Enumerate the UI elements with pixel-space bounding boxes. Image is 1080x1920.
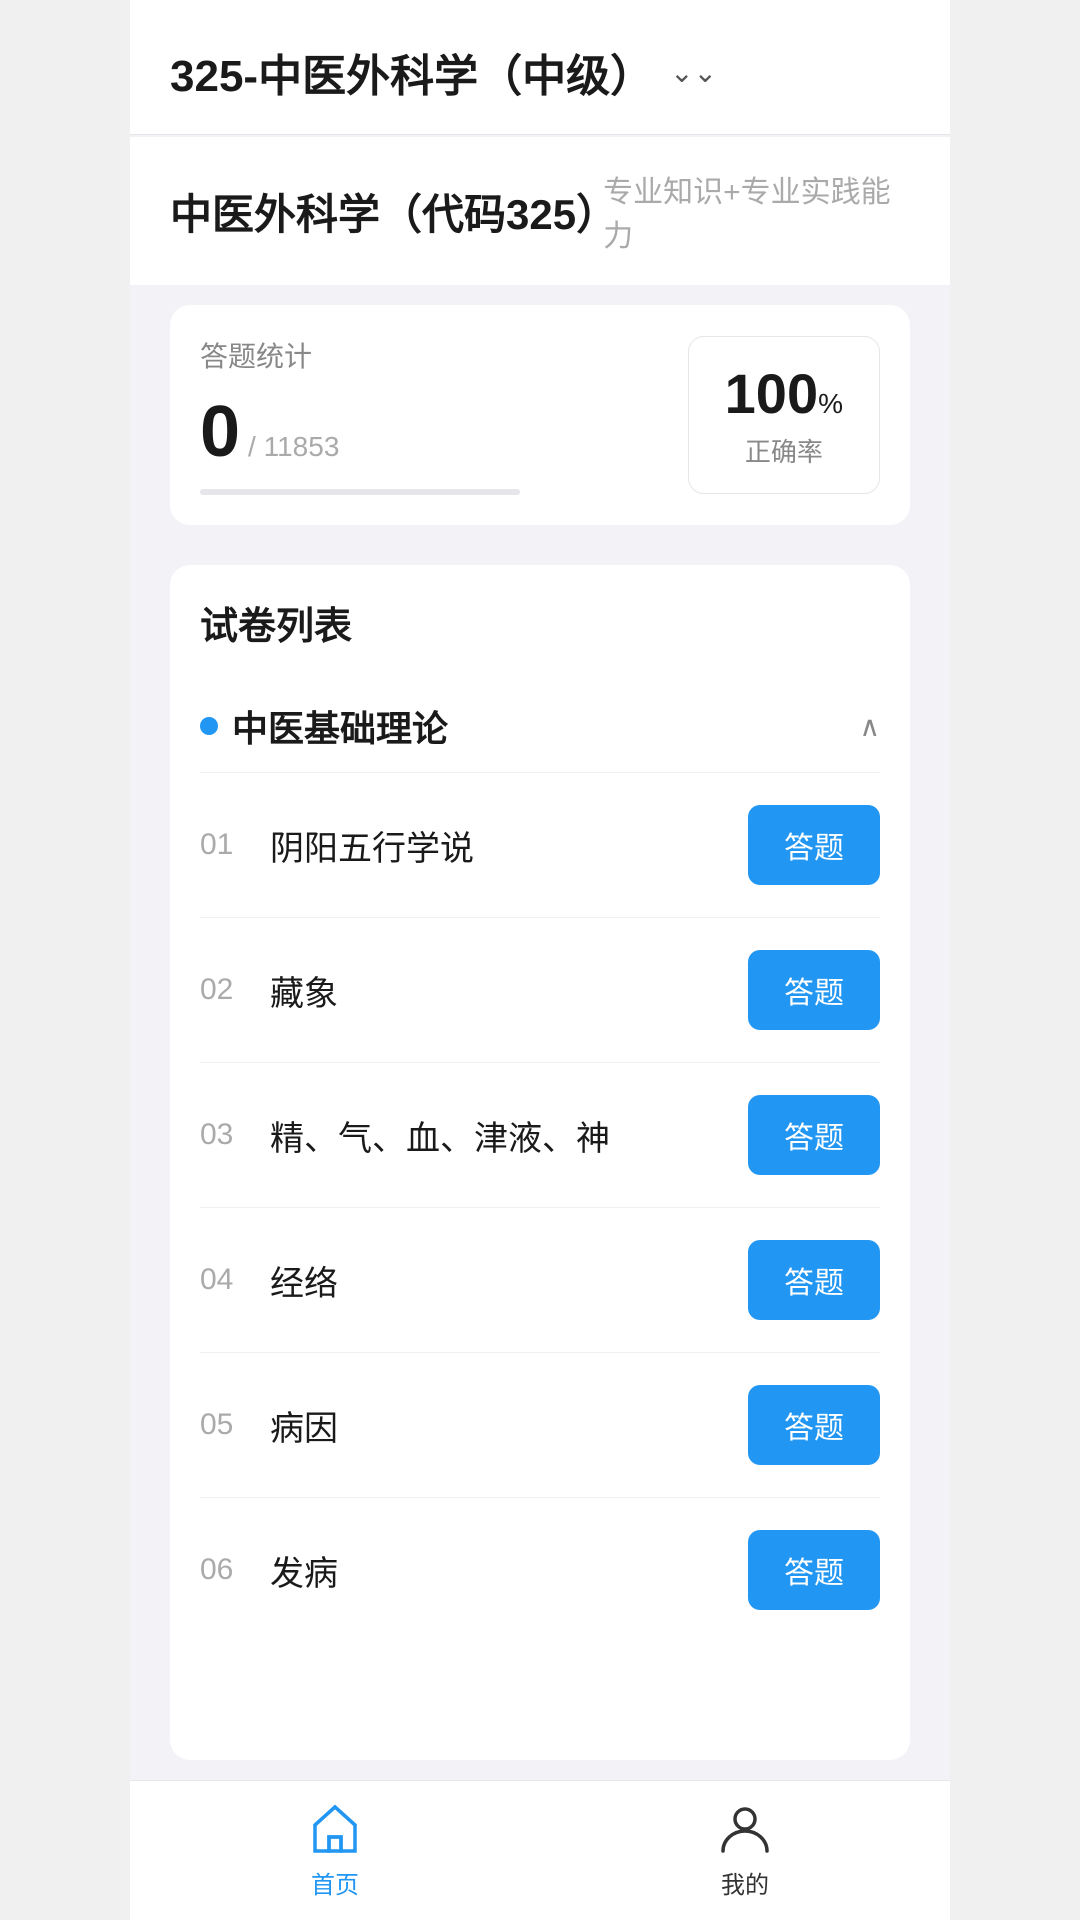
exam-name: 阴阳五行学说 bbox=[270, 821, 474, 870]
list-item: 06 发病 答题 bbox=[200, 1498, 880, 1642]
accuracy-number-row: 100% bbox=[725, 361, 843, 426]
category-header[interactable]: 中医基础理论 ∧ bbox=[200, 680, 880, 773]
accuracy-number: 100 bbox=[725, 362, 818, 425]
stats-accuracy-box: 100% 正确率 bbox=[688, 336, 880, 494]
exam-item-left: 02 藏象 bbox=[200, 966, 338, 1015]
list-item: 05 病因 答题 bbox=[200, 1353, 880, 1498]
list-item: 04 经络 答题 bbox=[200, 1208, 880, 1353]
accuracy-label: 正确率 bbox=[725, 432, 843, 469]
category-dot bbox=[200, 717, 218, 735]
exam-number: 02 bbox=[200, 973, 250, 1007]
phone-container: 325-中医外科学（中级） ⌄⌄ 中医外科学（代码325） 专业知识+专业实践能… bbox=[130, 0, 950, 1920]
stats-left: 答题统计 0 / 11853 bbox=[200, 335, 688, 495]
home-label: 首页 bbox=[311, 1865, 359, 1900]
exam-list-section: 试卷列表 中医基础理论 ∧ 01 阴阳五行学说 答题 02 藏象 答题 bbox=[170, 565, 910, 1760]
section-title: 试卷列表 bbox=[200, 595, 880, 650]
answer-button-06[interactable]: 答题 bbox=[748, 1530, 880, 1610]
exam-name: 病因 bbox=[270, 1401, 338, 1450]
answer-button-02[interactable]: 答题 bbox=[748, 950, 880, 1030]
subtitle-main: 中医外科学（代码325） bbox=[170, 181, 603, 242]
exam-number: 03 bbox=[200, 1118, 250, 1152]
subtitle-desc: 专业知识+专业实践能力 bbox=[603, 167, 910, 255]
list-item: 02 藏象 答题 bbox=[200, 918, 880, 1063]
stats-current: 0 bbox=[200, 391, 240, 473]
exam-name: 发病 bbox=[270, 1546, 338, 1595]
stats-total: / 11853 bbox=[248, 431, 339, 463]
exam-name: 藏象 bbox=[270, 966, 338, 1015]
chevron-up-icon[interactable]: ∧ bbox=[860, 710, 881, 743]
exam-name: 经络 bbox=[270, 1256, 338, 1305]
list-item: 03 精、气、血、津液、神 答题 bbox=[200, 1063, 880, 1208]
answer-button-04[interactable]: 答题 bbox=[748, 1240, 880, 1320]
exam-name: 精、气、血、津液、神 bbox=[270, 1111, 610, 1160]
exam-item-left: 04 经络 bbox=[200, 1256, 338, 1305]
answer-button-05[interactable]: 答题 bbox=[748, 1385, 880, 1465]
stats-progress-bar bbox=[200, 489, 520, 495]
exam-number: 06 bbox=[200, 1553, 250, 1587]
header-title-row: 325-中医外科学（中级） ⌄⌄ bbox=[170, 40, 910, 104]
chevron-down-icon[interactable]: ⌄⌄ bbox=[670, 56, 717, 89]
answer-button-01[interactable]: 答题 bbox=[748, 805, 880, 885]
stats-label: 答题统计 bbox=[200, 335, 688, 375]
category-left: 中医基础理论 bbox=[200, 700, 448, 752]
home-icon bbox=[307, 1801, 363, 1857]
exam-item-left: 05 病因 bbox=[200, 1401, 338, 1450]
exam-number: 05 bbox=[200, 1408, 250, 1442]
exam-number: 01 bbox=[200, 828, 250, 862]
category-name: 中医基础理论 bbox=[232, 700, 448, 752]
list-item: 01 阴阳五行学说 答题 bbox=[200, 773, 880, 918]
exam-number: 04 bbox=[200, 1263, 250, 1297]
accuracy-percent: % bbox=[818, 388, 843, 419]
user-icon bbox=[717, 1801, 773, 1857]
exam-item-left: 06 发病 bbox=[200, 1546, 338, 1595]
stats-card: 答题统计 0 / 11853 100% 正确率 bbox=[170, 305, 910, 525]
stats-numbers: 0 / 11853 bbox=[200, 391, 688, 473]
nav-item-profile[interactable]: 我的 bbox=[540, 1801, 950, 1900]
nav-item-home[interactable]: 首页 bbox=[130, 1801, 540, 1900]
bottom-nav: 首页 我的 bbox=[130, 1780, 950, 1920]
profile-label: 我的 bbox=[721, 1865, 769, 1900]
answer-button-03[interactable]: 答题 bbox=[748, 1095, 880, 1175]
exam-item-left: 03 精、气、血、津液、神 bbox=[200, 1111, 610, 1160]
header-title: 325-中医外科学（中级） bbox=[170, 40, 654, 104]
exam-item-left: 01 阴阳五行学说 bbox=[200, 821, 474, 870]
subtitle-row: 中医外科学（代码325） 专业知识+专业实践能力 bbox=[130, 137, 950, 285]
header-section: 325-中医外科学（中级） ⌄⌄ bbox=[130, 0, 950, 135]
